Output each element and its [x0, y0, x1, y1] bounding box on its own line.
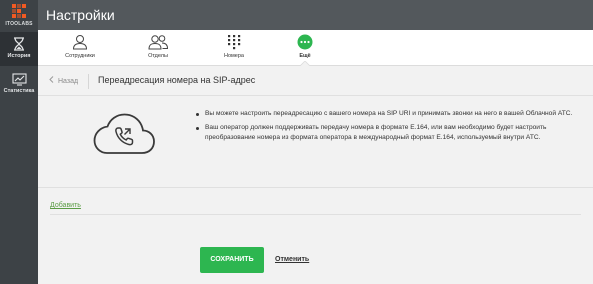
app-logo[interactable]: ITOOLABS [0, 0, 38, 30]
save-button[interactable]: СОХРАНИТЬ [200, 247, 264, 273]
people-icon [148, 35, 169, 50]
back-button[interactable]: Назад [44, 74, 90, 89]
more-icon [297, 34, 313, 50]
info-list: Вы можете настроить переадресацию с ваше… [196, 109, 581, 147]
left-sidebar: ITOOLABS История Статистика [0, 0, 38, 284]
tab-label: Сотрудники [65, 53, 95, 59]
top-header: Настройки [38, 0, 593, 30]
cancel-link[interactable]: Отменить [275, 256, 309, 263]
tab-employees[interactable]: Сотрудники [50, 34, 110, 59]
tab-more[interactable]: Ещё [275, 34, 335, 59]
tab-departments[interactable]: Отделы [128, 34, 188, 59]
section-header: Назад Переадресация номера на SIP-адрес [38, 66, 593, 96]
tab-numbers[interactable]: Номера [204, 34, 264, 59]
settings-tabs: Сотрудники Отделы Номера Ещё [38, 30, 593, 66]
info-bullet: Ваш оператор должен поддерживать передач… [196, 123, 581, 143]
tab-label: Отделы [148, 53, 168, 59]
section-title: Переадресация номера на SIP-адрес [98, 75, 256, 85]
chevron-left-icon [49, 76, 54, 83]
content-panel: Назад Переадресация номера на SIP-адрес … [38, 66, 593, 284]
brand-name: ITOOLABS [5, 21, 33, 27]
person-icon [72, 35, 88, 50]
dialpad-icon [228, 35, 241, 50]
sidebar-item-statistics[interactable]: Статистика [0, 68, 38, 102]
divider [50, 214, 581, 215]
sidebar-item-history[interactable]: История [0, 32, 38, 66]
back-label: Назад [58, 78, 79, 85]
add-link[interactable]: Добавить [50, 202, 81, 209]
page-title: Настройки [46, 7, 115, 23]
info-bullet: Вы можете настроить переадресацию с ваше… [196, 109, 581, 119]
hourglass-icon [14, 37, 24, 51]
tab-label: Номера [224, 53, 244, 59]
sidebar-item-label: История [7, 53, 31, 59]
sidebar-item-label: Статистика [3, 88, 35, 94]
cloud-phone-icon [93, 113, 155, 154]
chart-icon [11, 73, 27, 86]
info-block: Вы можете настроить переадресацию с ваше… [38, 97, 593, 188]
tab-label: Ещё [299, 53, 311, 59]
